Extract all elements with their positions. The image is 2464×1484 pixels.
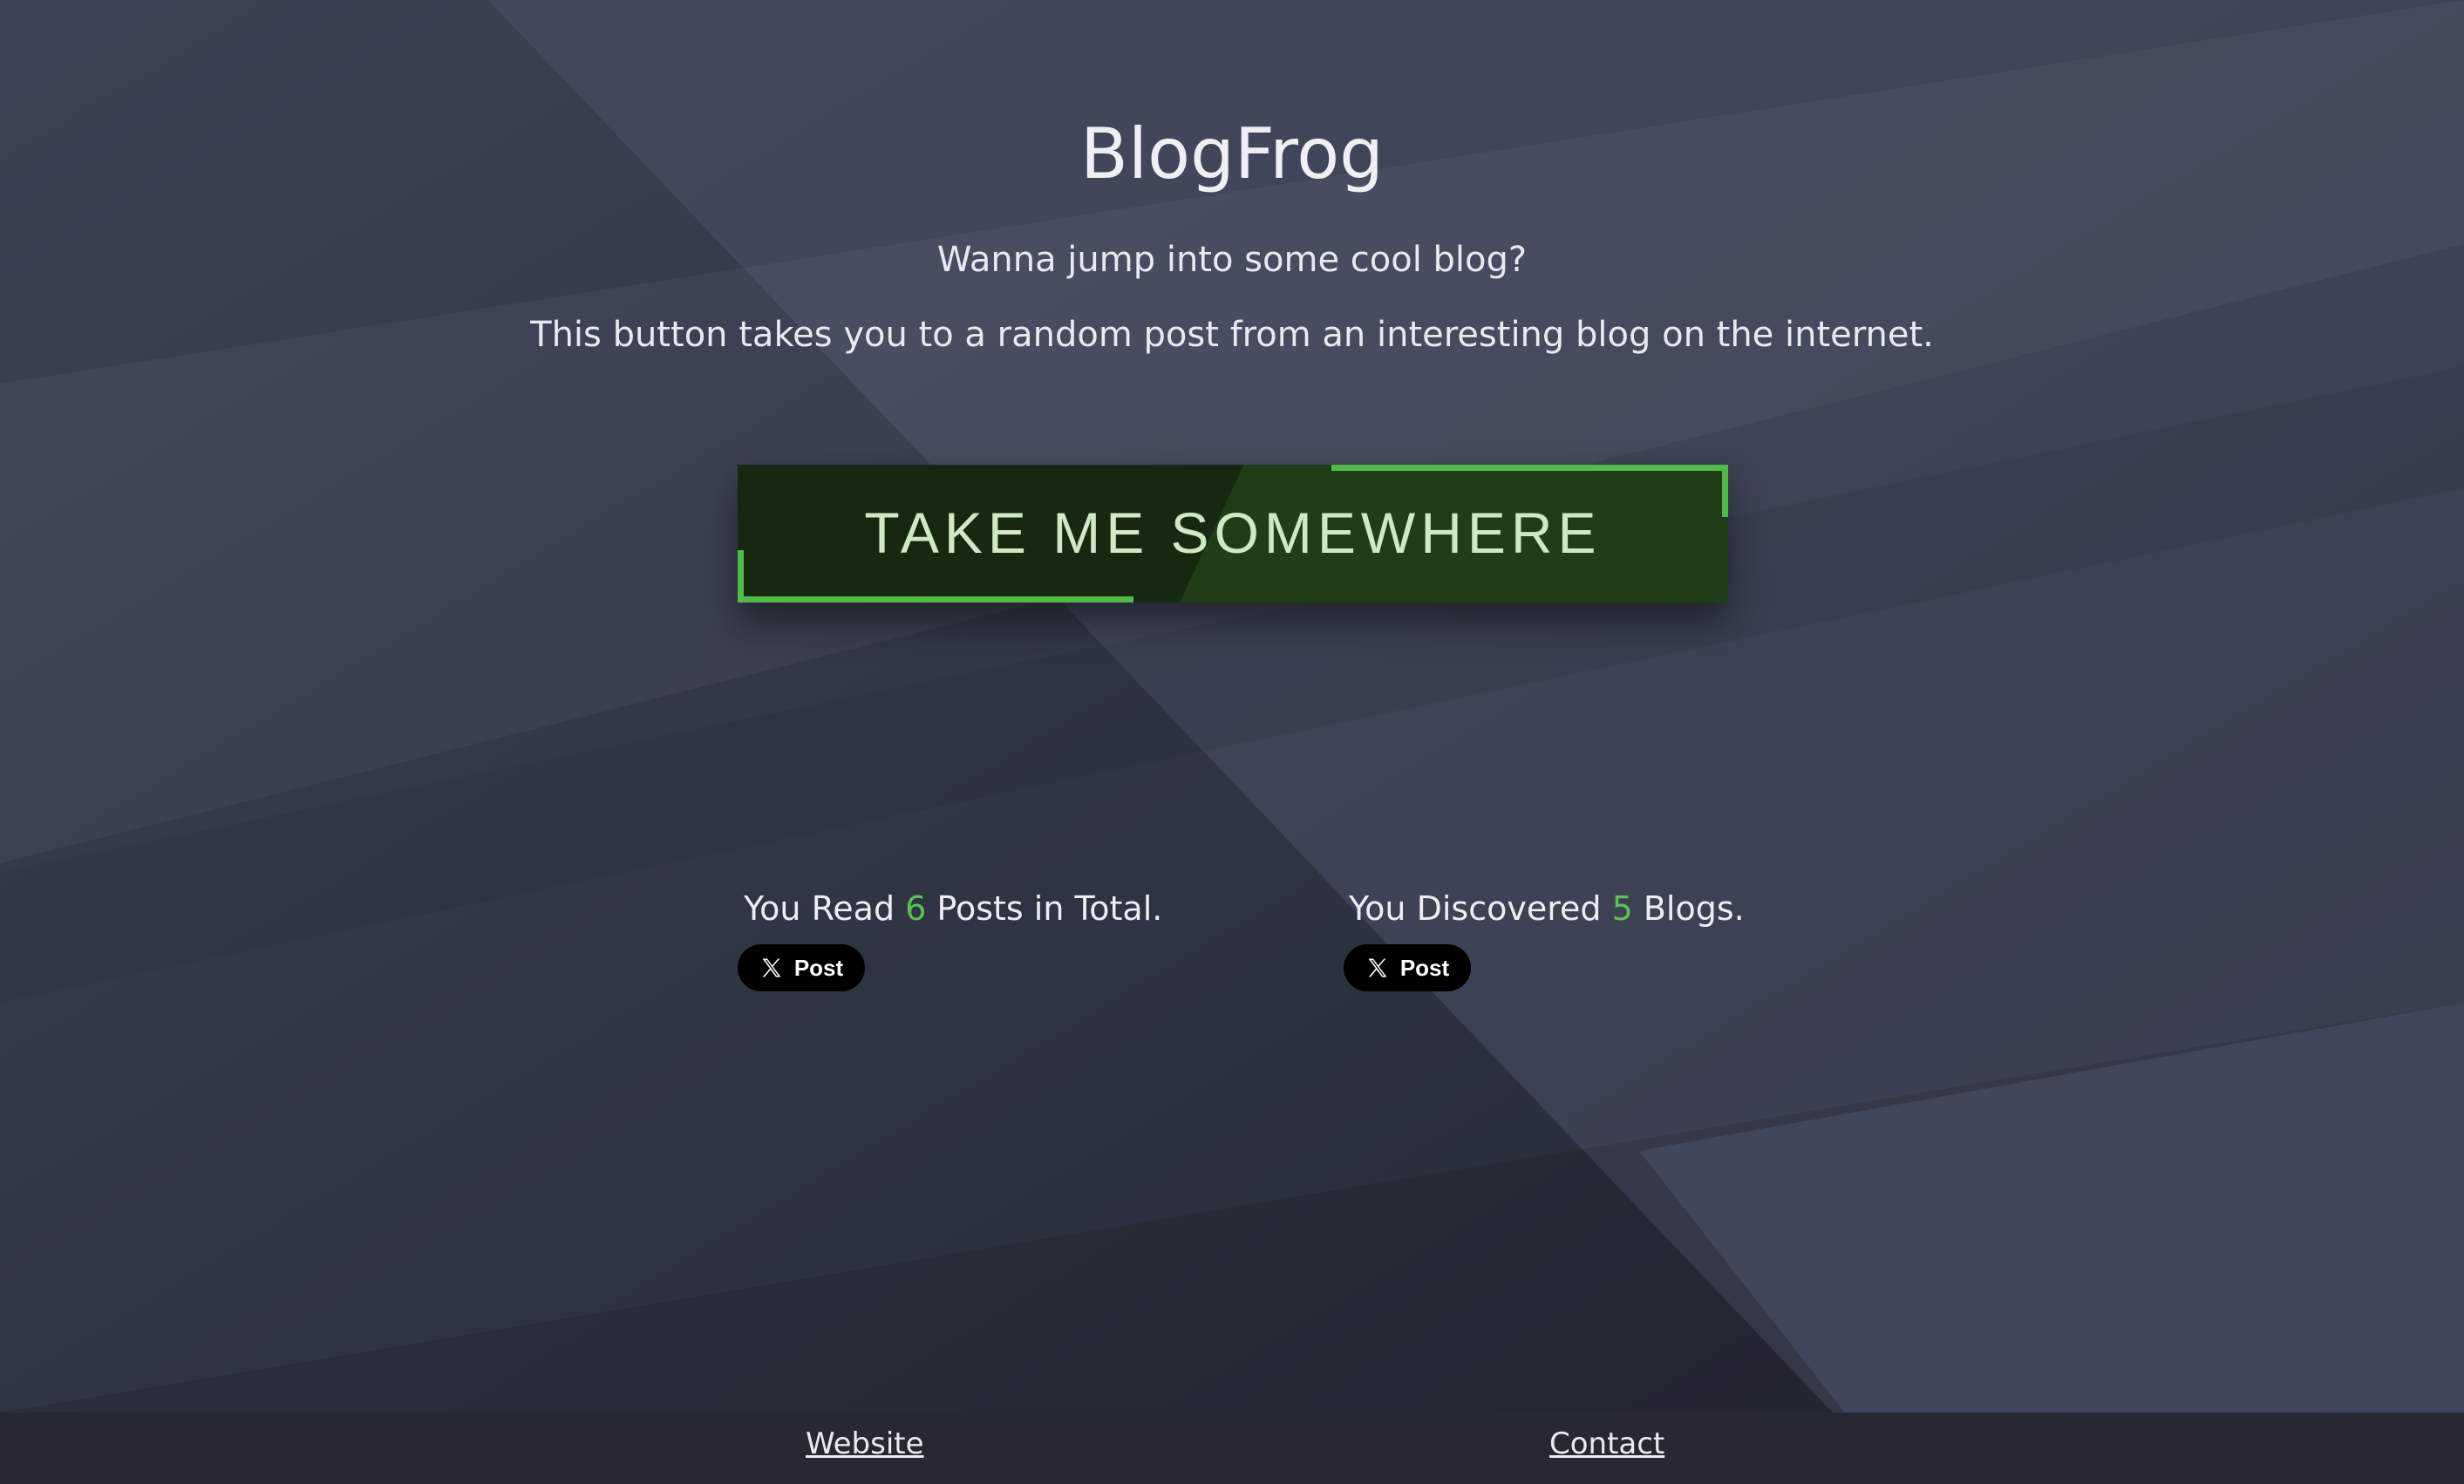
share-blogs-button[interactable]: Post xyxy=(1344,944,1471,991)
posts-read-suffix: Posts in Total. xyxy=(926,889,1163,928)
tagline-question: Wanna jump into some cool blog? xyxy=(936,240,1528,280)
blogs-discovered-count: 5 xyxy=(1611,889,1633,928)
blogs-discovered-suffix: Blogs. xyxy=(1632,889,1745,928)
posts-read-prefix: You Read xyxy=(744,889,906,928)
take-me-somewhere-button[interactable]: TAKE ME SOMEWHERE xyxy=(738,465,1728,602)
footer-website-link[interactable]: Website xyxy=(806,1426,924,1461)
posts-read-stat: You Read 6 Posts in Total. xyxy=(744,889,1162,928)
posts-read-count: 6 xyxy=(905,889,927,928)
button-accent-bottom xyxy=(738,596,1133,602)
share-posts-label: Post xyxy=(793,954,844,981)
footer: Website Contact xyxy=(0,1413,2464,1484)
button-accent-top xyxy=(1331,465,1728,471)
x-logo-icon xyxy=(762,958,781,977)
tagline-description: This button takes you to a random post f… xyxy=(530,315,1934,355)
x-logo-icon xyxy=(1368,958,1387,977)
share-posts-button[interactable]: Post xyxy=(738,944,865,991)
footer-contact-link[interactable]: Contact xyxy=(1549,1426,1664,1461)
share-blogs-label: Post xyxy=(1399,954,1450,981)
take-me-somewhere-label: TAKE ME SOMEWHERE xyxy=(864,500,1602,565)
site-title: BlogFrog xyxy=(1080,113,1384,194)
blogs-discovered-stat: You Discovered 5 Blogs. xyxy=(1349,889,1745,928)
blogs-discovered-prefix: You Discovered xyxy=(1349,889,1612,928)
background-pattern xyxy=(0,0,2464,1484)
